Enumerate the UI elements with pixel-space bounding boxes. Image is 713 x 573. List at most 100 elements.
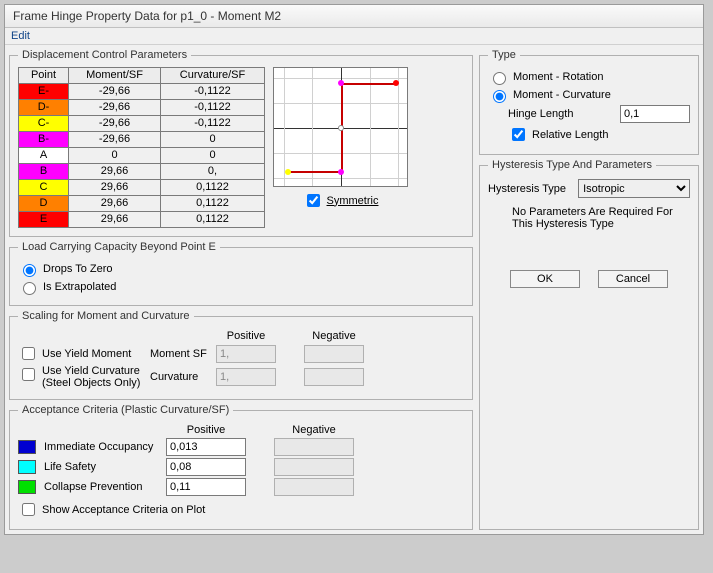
curvature-cell[interactable]: 0, [161, 164, 265, 180]
cp-pos-input[interactable] [166, 478, 246, 496]
moment-sf-pos [216, 345, 276, 363]
scaling-neg-hdr: Negative [304, 330, 364, 342]
moment-cell[interactable]: -29,66 [69, 100, 161, 116]
radio-extrap-label: Is Extrapolated [43, 281, 116, 293]
cp-swatch [18, 480, 36, 494]
use-yield-curvature[interactable]: Use Yield Curvature (Steel Objects Only) [18, 365, 146, 389]
hysteresis-legend: Hysteresis Type And Parameters [488, 159, 656, 171]
displacement-legend: Displacement Control Parameters [18, 49, 191, 61]
scaling-pos-hdr: Positive [216, 330, 276, 342]
relative-length-label: Relative Length [532, 129, 608, 141]
hinge-length-input[interactable] [620, 105, 690, 123]
use-yield-curvature-label: Use Yield Curvature [42, 365, 140, 377]
hinge-table: Point Moment/SF Curvature/SF E--29,66-0,… [18, 67, 265, 228]
ls-label: Life Safety [44, 461, 162, 473]
radio-moment-rotation-label: Moment - Rotation [513, 71, 603, 83]
type-group: Type Moment - Rotation Moment - Curvatur… [479, 49, 699, 155]
moment-cell[interactable]: 29,66 [69, 196, 161, 212]
use-yield-moment[interactable]: Use Yield Moment [18, 344, 146, 363]
moment-cell[interactable]: 29,66 [69, 180, 161, 196]
ls-pos-input[interactable] [166, 458, 246, 476]
scaling-group: Scaling for Moment and Curvature Positiv… [9, 310, 473, 400]
moment-cell[interactable]: -29,66 [69, 116, 161, 132]
col-curvature: Curvature/SF [161, 68, 265, 84]
hinge-graph [273, 67, 408, 187]
point-cell: A [19, 148, 69, 164]
window: Frame Hinge Property Data for p1_0 - Mom… [4, 4, 704, 535]
radio-moment-curvature[interactable]: Moment - Curvature [488, 87, 611, 103]
table-row: E29,660,1122 [19, 212, 265, 228]
curvature-label: Curvature [150, 371, 212, 383]
point-cell: D- [19, 100, 69, 116]
moment-sf-label: Moment SF [150, 348, 212, 360]
acceptance-legend: Acceptance Criteria (Plastic Curvature/S… [18, 404, 233, 416]
loadcap-legend: Load Carrying Capacity Beyond Point E [18, 241, 220, 253]
moment-cell[interactable]: 29,66 [69, 212, 161, 228]
table-row: A00 [19, 148, 265, 164]
io-neg-input [274, 438, 354, 456]
table-row: C29,660,1122 [19, 180, 265, 196]
curvature-cell[interactable]: -0,1122 [161, 116, 265, 132]
steel-note: (Steel Objects Only) [42, 377, 140, 389]
curvature-neg [304, 368, 364, 386]
use-yield-moment-input[interactable] [22, 347, 35, 360]
table-row: C--29,66-0,1122 [19, 116, 265, 132]
cp-label: Collapse Prevention [44, 481, 162, 493]
show-acc-plot-label: Show Acceptance Criteria on Plot [42, 504, 205, 516]
radio-moment-rotation[interactable]: Moment - Rotation [488, 69, 603, 85]
curvature-cell[interactable]: -0,1122 [161, 84, 265, 100]
hysteresis-select[interactable]: Isotropic [578, 179, 690, 198]
point-cell: B [19, 164, 69, 180]
menu-edit[interactable]: Edit [11, 30, 30, 42]
table-row: B29,660, [19, 164, 265, 180]
col-point: Point [19, 68, 69, 84]
radio-moment-curvature-input[interactable] [493, 90, 506, 103]
curvature-cell[interactable]: 0,1122 [161, 212, 265, 228]
hysteresis-label: Hysteresis Type [488, 183, 566, 195]
moment-cell[interactable]: 0 [69, 148, 161, 164]
cancel-button[interactable]: Cancel [598, 270, 668, 288]
graph-point-a [338, 125, 344, 131]
curvature-cell[interactable]: 0,1122 [161, 180, 265, 196]
radio-extrap[interactable]: Is Extrapolated [18, 279, 116, 295]
radio-moment-rotation-input[interactable] [493, 72, 506, 85]
scaling-legend: Scaling for Moment and Curvature [18, 310, 194, 322]
symmetric-label: Symmetric [327, 195, 379, 207]
point-cell: E [19, 212, 69, 228]
io-pos-input[interactable] [166, 438, 246, 456]
show-acc-plot[interactable]: Show Acceptance Criteria on Plot [18, 500, 205, 519]
point-cell: C- [19, 116, 69, 132]
moment-cell[interactable]: 29,66 [69, 164, 161, 180]
use-yield-moment-label: Use Yield Moment [42, 348, 131, 360]
io-label: Immediate Occupancy [44, 441, 162, 453]
symmetric-checkbox[interactable]: Symmetric [303, 191, 379, 210]
radio-drops[interactable]: Drops To Zero [18, 261, 113, 277]
displacement-group: Displacement Control Parameters Point Mo… [9, 49, 473, 237]
hysteresis-group: Hysteresis Type And Parameters Hysteresi… [479, 159, 699, 530]
symmetric-input[interactable] [307, 194, 320, 207]
use-yield-curvature-input[interactable] [22, 368, 35, 381]
graph-point-bneg [338, 169, 344, 175]
relative-length-input[interactable] [512, 128, 525, 141]
table-row: B--29,660 [19, 132, 265, 148]
radio-drops-input[interactable] [23, 264, 36, 277]
graph-point-b [338, 80, 344, 86]
moment-cell[interactable]: -29,66 [69, 84, 161, 100]
point-cell: B- [19, 132, 69, 148]
content: Displacement Control Parameters Point Mo… [5, 45, 703, 534]
ok-button[interactable]: OK [510, 270, 580, 288]
moment-cell[interactable]: -29,66 [69, 132, 161, 148]
hinge-length-label: Hinge Length [508, 108, 573, 120]
curvature-pos [216, 368, 276, 386]
curvature-cell[interactable]: 0,1122 [161, 196, 265, 212]
io-swatch [18, 440, 36, 454]
curvature-cell[interactable]: 0 [161, 148, 265, 164]
relative-length[interactable]: Relative Length [508, 125, 608, 144]
radio-extrap-input[interactable] [23, 282, 36, 295]
show-acc-plot-input[interactable] [22, 503, 35, 516]
curvature-cell[interactable]: 0 [161, 132, 265, 148]
table-row: D--29,66-0,1122 [19, 100, 265, 116]
table-row: E--29,66-0,1122 [19, 84, 265, 100]
curvature-cell[interactable]: -0,1122 [161, 100, 265, 116]
radio-moment-curvature-label: Moment - Curvature [513, 89, 611, 101]
